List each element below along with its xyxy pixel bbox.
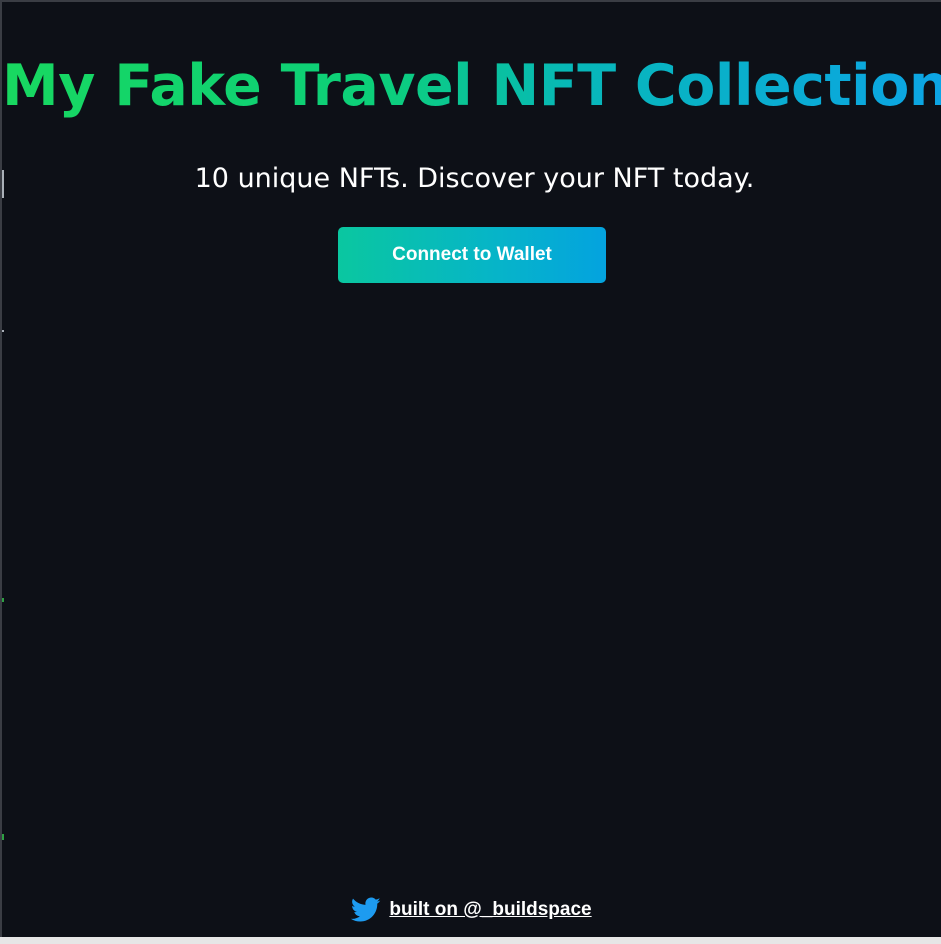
page-subtitle: 10 unique NFTs. Discover your NFT today. (194, 163, 755, 194)
window-edge-marker (2, 330, 4, 332)
window-edge-marker (2, 598, 4, 602)
footer: built on @_buildspace (2, 894, 941, 926)
window-edge-marker (2, 834, 4, 840)
page-title: My Fake Travel NFT Collection (2, 50, 941, 122)
buildspace-link[interactable]: built on @_buildspace (389, 899, 591, 921)
connect-wallet-button[interactable]: Connect to Wallet (338, 227, 606, 283)
twitter-icon (351, 897, 381, 923)
page-title-text: My Fake Travel NFT Collection (2, 53, 941, 119)
app-window: My Fake Travel NFT Collection 10 unique … (0, 0, 941, 937)
